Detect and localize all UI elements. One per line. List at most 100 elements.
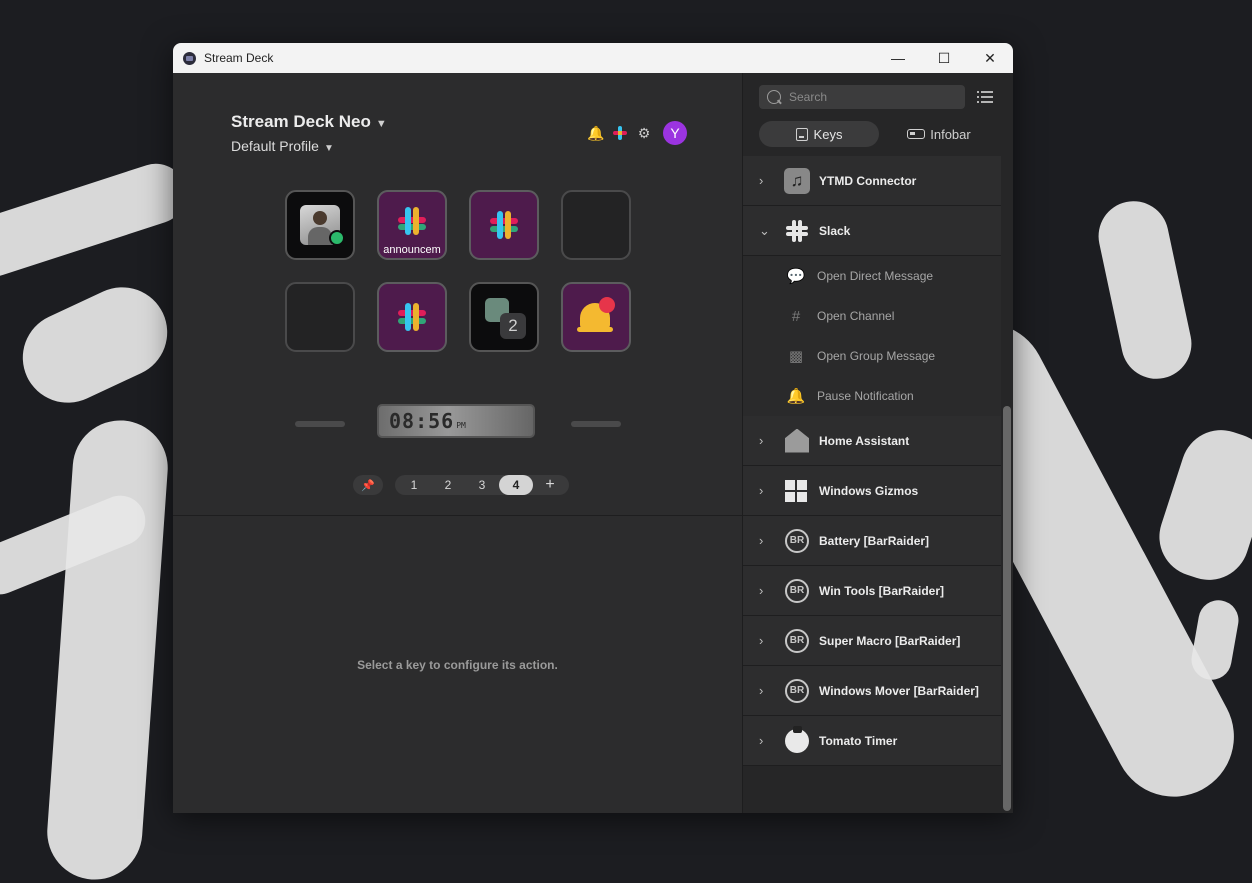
stream-deck-window: Stream Deck — ☐ ✕ Stream Deck Neo ▼ Defau… [173,43,1013,813]
touch-strip: 08:56 PM [285,404,635,444]
plugin-name: Tomato Timer [819,733,898,748]
barraider-icon: BR [785,628,809,653]
chat-bubble-icon: 💬 [786,268,806,285]
key-6-slack[interactable] [377,282,447,352]
chevron-right-icon: › [759,533,764,548]
key-8-pause-notification[interactable] [561,282,631,352]
action-label: Open Channel [817,309,895,323]
notification-bell-icon [577,297,615,337]
gear-icon[interactable]: ⚙ [635,124,653,142]
slack-icon [398,207,426,235]
maximize-button[interactable]: ☐ [921,43,967,73]
tab-keys[interactable]: Keys [759,121,879,147]
slack-icon [786,219,808,242]
close-button[interactable]: ✕ [967,43,1013,73]
stream-deck-app-icon [183,51,196,65]
search-input[interactable] [787,89,961,105]
key-1-contact[interactable] [285,190,355,260]
chevron-right-icon: › [759,633,764,648]
tab-keys-label: Keys [813,126,843,142]
header-icons: 🔔 ⚙ Y [587,121,687,145]
barraider-icon: BR [785,678,809,703]
plugin-name: Windows Gizmos [819,483,919,498]
plugin-category-windows-gizmos[interactable]: › Windows Gizmos [743,466,1001,516]
key-grid: announcem 2 [285,190,631,352]
windows-icon [785,479,809,502]
page-tab-1[interactable]: 1 [397,475,431,495]
touch-point-right[interactable] [571,421,621,427]
bell-icon[interactable]: 🔔 [587,124,605,142]
add-page-button[interactable]: + [533,475,567,495]
plugin-name: Win Tools [BarRaider] [819,583,945,598]
infobar-time: 08:56 [389,409,455,433]
tab-infobar[interactable]: Infobar [879,121,999,147]
plugin-name: Super Macro [BarRaider] [819,633,961,648]
chevron-right-icon: › [759,173,764,188]
window-controls: — ☐ ✕ [875,43,1013,73]
sidebar-tabs: Keys Infobar [759,121,999,147]
infobar-display[interactable]: 08:56 PM [377,404,535,438]
plugin-category-slack[interactable]: ⌄ Slack [743,206,1001,256]
search-box[interactable] [759,85,965,109]
page-tabs: 1 2 3 4 + [395,475,569,495]
action-open-direct-message[interactable]: 💬 Open Direct Message [743,256,1001,296]
minimize-button[interactable]: — [875,43,921,73]
key-3-slack[interactable] [469,190,539,260]
key-2-slack-channel[interactable]: announcem [377,190,447,260]
sidebar-scrollbar[interactable] [1003,406,1011,811]
pin-icon[interactable]: 📌 [353,475,383,495]
search-icon [767,90,781,104]
plugin-category-battery[interactable]: › BR Battery [BarRaider] [743,516,1001,566]
plugin-name: Battery [BarRaider] [819,533,930,548]
device-canvas: Stream Deck Neo ▼ Default Profile ▼ 🔔 ⚙ Y [173,73,742,515]
profile-name: Default Profile [231,138,319,154]
title-bar: Stream Deck — ☐ ✕ [173,43,1013,73]
slack-status-icon[interactable] [611,124,629,142]
presence-dot [329,230,345,246]
plugin-name: Home Assistant [819,433,910,448]
plugin-category-windows-mover[interactable]: › BR Windows Mover [BarRaider] [743,666,1001,716]
action-open-group-message[interactable]: ▩ Open Group Message [743,336,1001,376]
plugin-category-ytmd[interactable]: › ♫ YTMD Connector [743,156,1001,206]
plugin-category-tomato-timer[interactable]: › Tomato Timer [743,716,1001,766]
action-open-channel[interactable]: # Open Channel [743,296,1001,336]
action-label: Open Direct Message [817,269,934,283]
page-tab-4[interactable]: 4 [499,475,533,495]
plugin-category-home-assistant[interactable]: › Home Assistant [743,416,1001,466]
device-selector[interactable]: Stream Deck Neo ▼ [231,112,387,132]
tomato-icon [785,725,809,753]
page-tab-3[interactable]: 3 [465,475,499,495]
slack-icon [490,211,518,239]
page-tab-2[interactable]: 2 [431,475,465,495]
tab-infobar-label: Infobar [930,126,971,142]
plugin-category-super-macro[interactable]: › BR Super Macro [BarRaider] [743,616,1001,666]
touch-point-left[interactable] [295,421,345,427]
chevron-down-icon: ▼ [375,118,387,130]
chevron-right-icon: › [759,683,764,698]
home-assistant-icon [785,428,809,453]
infobar-icon [907,129,926,139]
chevron-right-icon: › [759,733,764,748]
plugin-name: YTMD Connector [819,173,917,188]
barraider-icon: BR [785,578,809,603]
page-navigator: 📌 1 2 3 4 + [353,475,569,495]
list-view-icon[interactable] [977,91,993,105]
profile-selector[interactable]: Default Profile ▼ [231,138,334,154]
plugin-name: Windows Mover [BarRaider] [819,683,979,698]
chevron-right-icon: › [759,433,764,448]
key-7-group-message[interactable]: 2 [469,282,539,352]
actions-sidebar: Keys Infobar › ♫ YTMD Connector ⌄ [743,73,1013,813]
action-label: Open Group Message [817,349,936,363]
action-pause-notification[interactable]: 🔔 Pause Notification [743,376,1001,416]
plugin-name: Slack [819,223,851,238]
chevron-right-icon: › [759,583,764,598]
user-avatar[interactable]: Y [663,121,687,145]
key-label: announcem [383,244,441,256]
plugin-category-win-tools[interactable]: › BR Win Tools [BarRaider] [743,566,1001,616]
config-hint: Select a key to configure its action. [357,658,558,672]
member-count-badge: 2 [500,313,526,339]
plugin-list: › ♫ YTMD Connector ⌄ Slack 💬 Open Direct… [743,156,1001,766]
chevron-right-icon: › [759,483,764,498]
key-5-empty[interactable] [285,282,355,352]
key-4-empty[interactable] [561,190,631,260]
